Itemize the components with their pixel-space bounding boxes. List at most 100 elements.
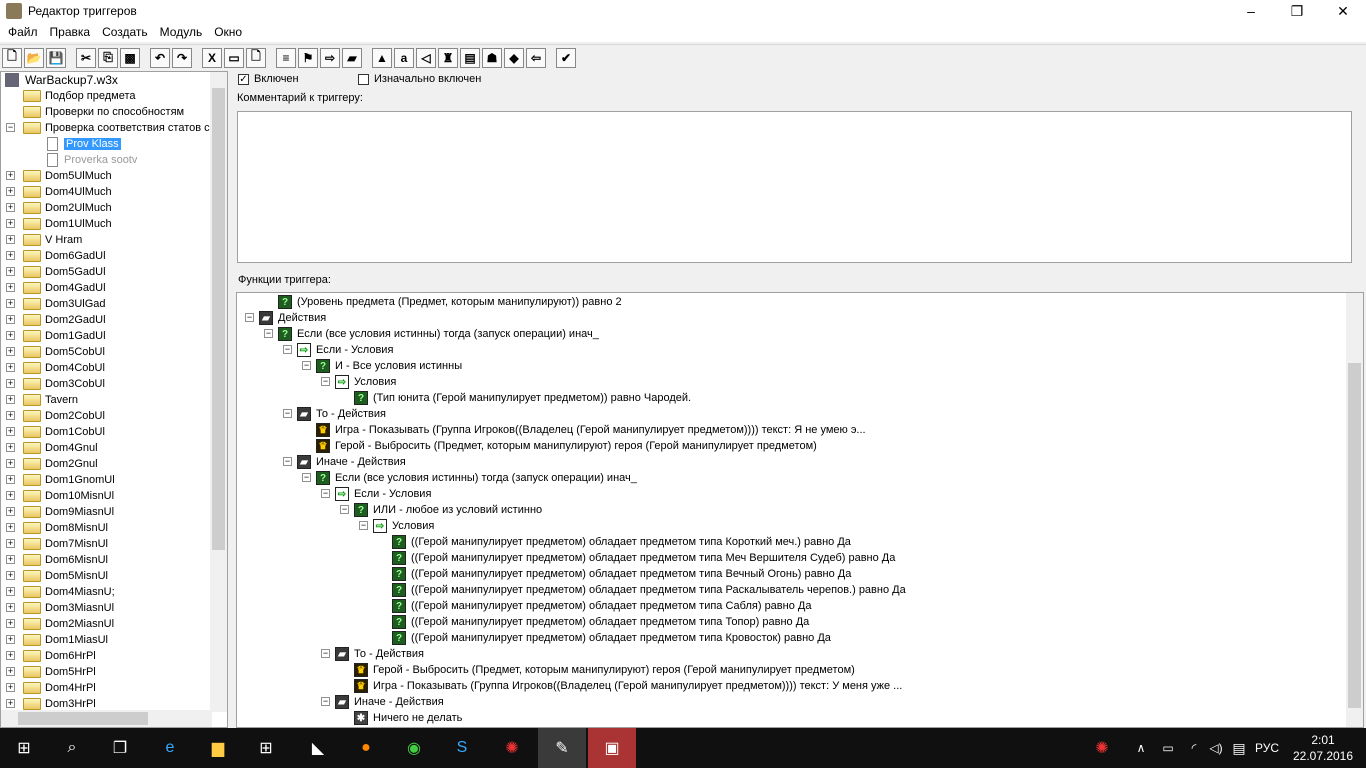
firefox-icon[interactable]: ● (342, 728, 390, 768)
tree-item[interactable]: + Dom4UlMuch (6, 184, 112, 200)
expand-toggle[interactable]: + (6, 443, 15, 452)
function-row[interactable]: ♛ Герой - Выбросить (Предмет, которым ман… (316, 438, 817, 454)
expand-toggle[interactable]: − (321, 697, 330, 706)
expand-toggle[interactable]: − (321, 649, 330, 658)
expand-toggle[interactable]: − (283, 409, 292, 418)
paste-tool-button[interactable]: ▩ (120, 47, 140, 68)
expand-toggle[interactable]: − (6, 123, 15, 132)
expand-toggle[interactable]: + (6, 683, 15, 692)
function-row[interactable]: − ▰ Иначе - Действия (321, 694, 444, 710)
functions-vertical-scrollbar[interactable] (1346, 293, 1363, 727)
tree-item[interactable]: + Dom3UlGad (6, 296, 106, 312)
app-icon-red[interactable]: ✺ (488, 728, 536, 768)
expand-toggle[interactable]: + (6, 555, 15, 564)
tree-item[interactable]: + Dom4Gnul (6, 440, 98, 456)
expand-toggle[interactable]: − (283, 345, 292, 354)
tree-item[interactable]: + V Hram (6, 232, 82, 248)
expand-toggle[interactable]: + (6, 667, 15, 676)
clock[interactable]: 2:01 22.07.2016 (1290, 732, 1356, 764)
function-row[interactable]: − ⇨ Условия (359, 518, 434, 534)
function-row[interactable]: − ▰ Иначе - Действия (283, 454, 406, 470)
function-row[interactable]: − ⇨ Условия (321, 374, 396, 390)
trigger-tool-button[interactable]: 🗋 (246, 47, 266, 68)
tree-root[interactable]: WarBackup7.w3x (5, 72, 118, 88)
function-row[interactable]: ? ((Герой манипулирует предметом) обладае… (392, 630, 831, 646)
expand-toggle[interactable]: + (6, 171, 15, 180)
expand-toggle[interactable]: − (264, 329, 273, 338)
flag-tool-button[interactable]: ⚑ (298, 47, 318, 68)
expand-toggle[interactable]: + (6, 363, 15, 372)
expand-toggle[interactable]: + (6, 619, 15, 628)
expand-toggle[interactable]: + (6, 587, 15, 596)
function-row[interactable]: −? ИЛИ - любое из условий истинно (340, 502, 542, 518)
tree-item[interactable]: + Dom1GadUl (6, 328, 106, 344)
undo-tool-button[interactable]: ↶ (150, 47, 170, 68)
tree-item[interactable]: + Dom3MiasnUl (6, 600, 114, 616)
maximize-button[interactable]: ❐ (1274, 0, 1320, 22)
tree-item[interactable]: + Dom4CobUl (6, 360, 105, 376)
expand-toggle[interactable]: − (302, 473, 311, 482)
function-row[interactable]: − ▰ То - Действия (283, 406, 386, 422)
comment-tool-button[interactable]: ≡ (276, 47, 296, 68)
battery-icon[interactable]: ▭ (1156, 728, 1180, 768)
import-tool-button[interactable]: ⇨ (320, 47, 340, 68)
menu-edit[interactable]: Правка (44, 25, 97, 39)
tree-item[interactable]: + Dom2MiasnUl (6, 616, 114, 632)
a-tool-button[interactable]: a (394, 47, 414, 68)
left-vertical-scrollbar[interactable] (210, 72, 227, 712)
expand-toggle[interactable]: + (6, 635, 15, 644)
folder-tool-button[interactable]: ▭ (224, 47, 244, 68)
tree-item[interactable]: Proverka sootv (43, 152, 137, 168)
expand-toggle[interactable]: + (6, 315, 15, 324)
expand-toggle[interactable]: + (6, 651, 15, 660)
volume-icon[interactable]: ◁) (1204, 728, 1228, 768)
function-row[interactable]: ? ((Герой манипулирует предметом) обладае… (392, 534, 851, 550)
function-row[interactable]: −? И - Все условия истинны (302, 358, 462, 374)
x-tool-button[interactable]: X (202, 47, 222, 68)
tree-item[interactable]: + Dom5GadUl (6, 264, 106, 280)
copy-tool-button[interactable]: ⎘ (98, 47, 118, 68)
test-tool-button[interactable]: ✔ (556, 47, 576, 68)
menu-file[interactable]: Файл (2, 25, 44, 39)
scroll-thumb[interactable] (1348, 363, 1361, 708)
function-row[interactable]: ♛ Игра - Показывать (Группа Игроков((Влад… (316, 422, 866, 438)
function-row[interactable]: ♛ Игра - Показывать (Группа Игроков((Влад… (354, 678, 902, 694)
tree-item[interactable]: + Dom8MisnUl (6, 520, 108, 536)
tree-item[interactable]: + Dom4MiasnU; (6, 584, 115, 600)
left-horizontal-scrollbar[interactable] (1, 710, 212, 727)
tree-item[interactable]: + Dom6GadUl (6, 248, 106, 264)
enabled-checkbox[interactable]: ✓ Включен (238, 73, 299, 85)
checkbox-initially-on[interactable] (358, 73, 369, 85)
start-button[interactable]: ⊞ (0, 728, 48, 768)
redo-tool-button[interactable]: ↷ (172, 47, 192, 68)
expand-toggle[interactable]: − (340, 505, 349, 514)
expand-toggle[interactable]: + (6, 427, 15, 436)
open-tool-button[interactable]: 📂 (24, 47, 44, 68)
expand-toggle[interactable]: + (6, 235, 15, 244)
function-row[interactable]: ? (Уровень предмета (Предмет, которым ман… (278, 294, 622, 310)
tree-item[interactable]: + Dom4GadUl (6, 280, 106, 296)
expand-toggle[interactable]: + (6, 459, 15, 468)
tree-item[interactable]: + Dom1UlMuch (6, 216, 112, 232)
tree-item[interactable]: Подбор предмета (23, 88, 136, 104)
expand-toggle[interactable]: + (6, 699, 15, 708)
expand-toggle[interactable]: + (6, 539, 15, 548)
tree-item[interactable]: + Dom6HrPl (6, 648, 96, 664)
notifications-icon[interactable]: ▤ (1226, 728, 1252, 768)
expand-toggle[interactable]: + (6, 203, 15, 212)
trigger-green-tool-button[interactable]: ☗ (482, 47, 502, 68)
expand-toggle[interactable]: + (6, 251, 15, 260)
action-tool-button[interactable]: ▰ (342, 47, 362, 68)
expand-toggle[interactable]: + (6, 523, 15, 532)
expand-toggle[interactable]: − (245, 313, 254, 322)
expand-toggle[interactable]: + (6, 411, 15, 420)
expand-toggle[interactable]: − (321, 377, 330, 386)
export-tool-button[interactable]: ⇦ (526, 47, 546, 68)
edge-icon[interactable]: e (146, 728, 194, 768)
task-view-icon[interactable]: ❐ (96, 728, 144, 768)
tree-item[interactable]: + Dom5HrPl (6, 664, 96, 680)
app-icon[interactable]: ◣ (294, 728, 342, 768)
tree-item[interactable]: + Dom4HrPl (6, 680, 96, 696)
function-row[interactable]: ✱ Ничего не делать (354, 710, 462, 726)
unit-tool-button[interactable]: ♜ (438, 47, 458, 68)
